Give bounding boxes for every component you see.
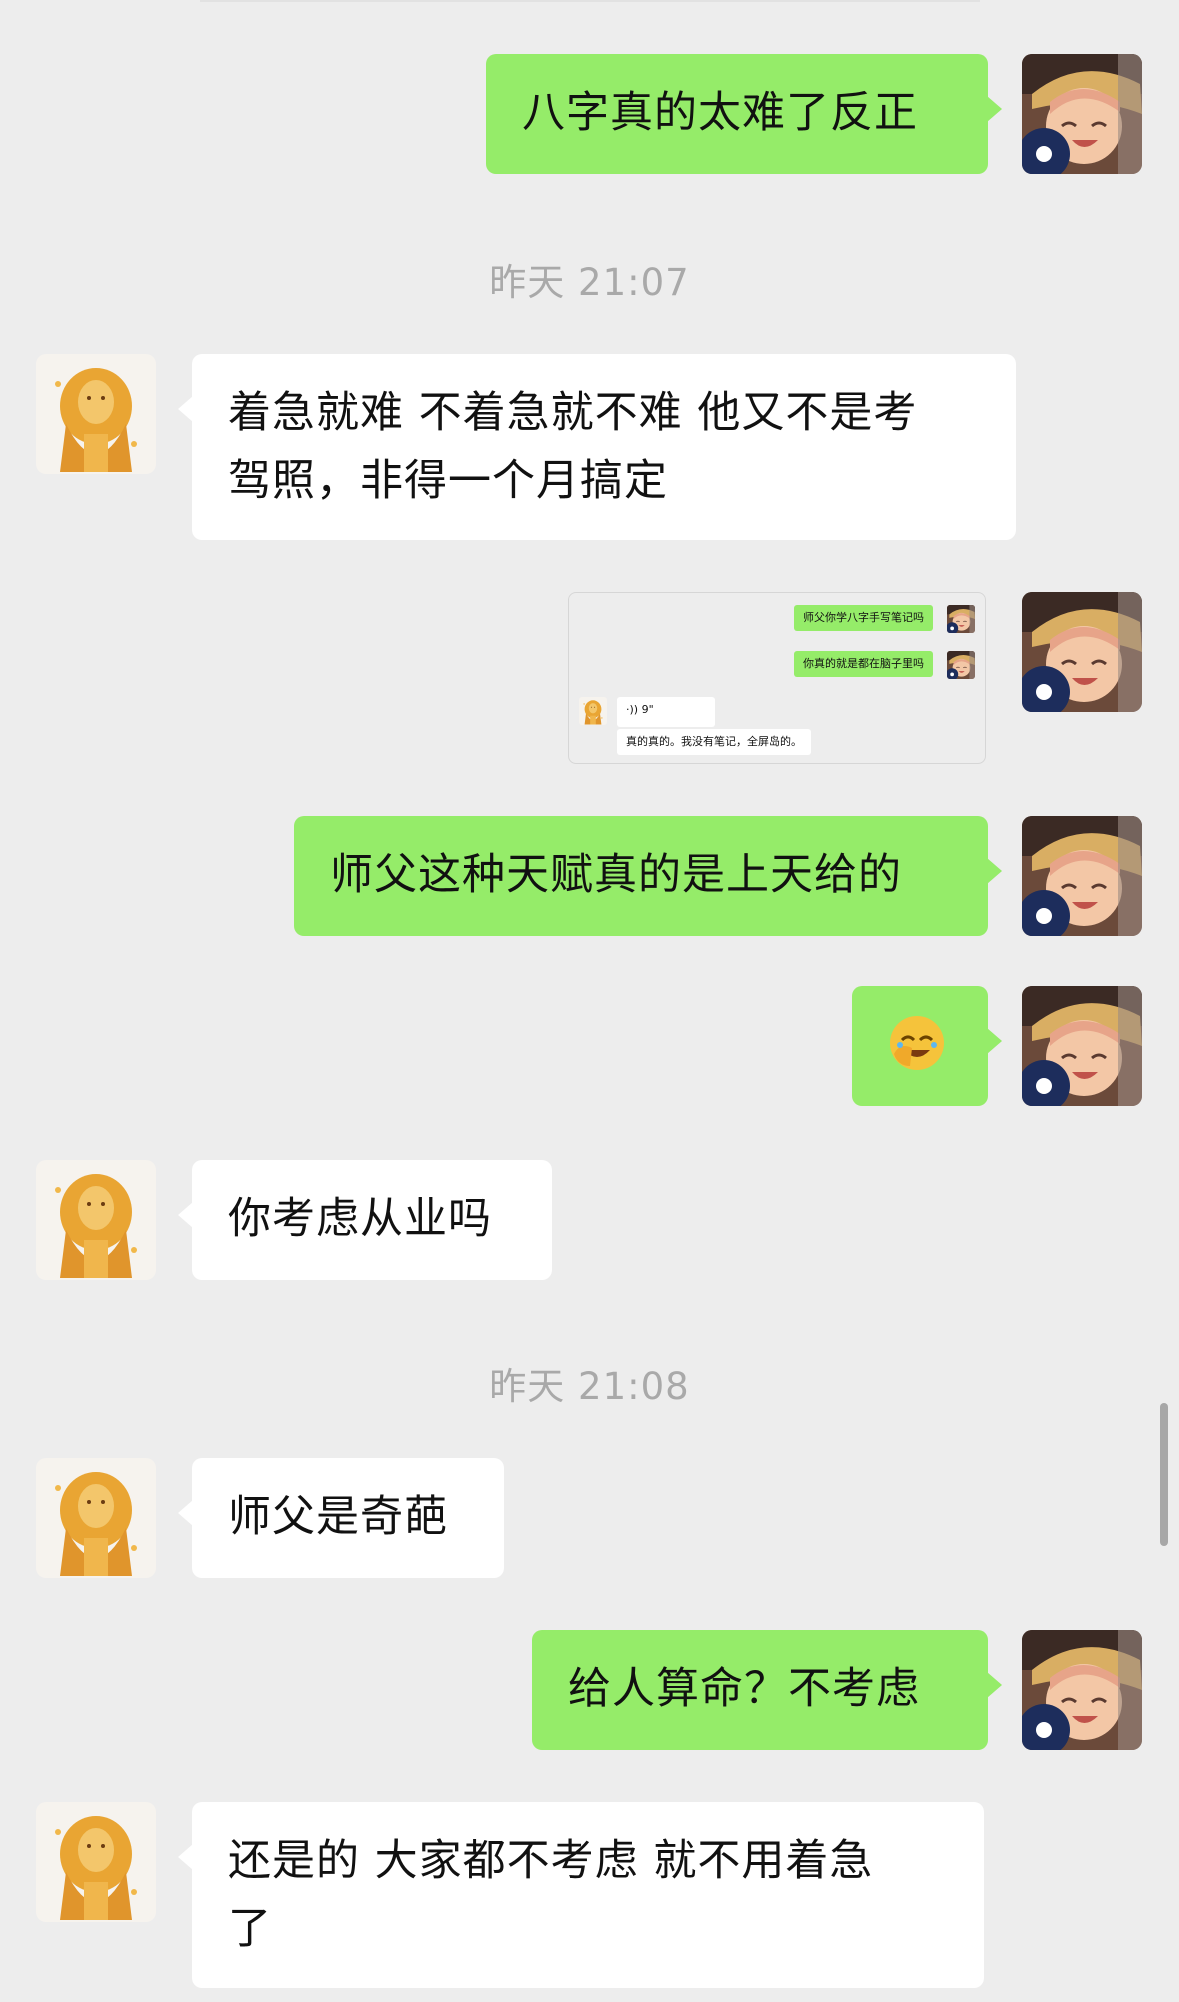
contact-avatar[interactable] <box>36 1458 156 1578</box>
message-bubble-incoming[interactable]: 师父是奇葩 <box>178 1458 504 1578</box>
screenshot-bubble: 你真的就是都在脑子里吗 <box>794 651 933 677</box>
anime-girl-avatar-icon <box>1022 986 1142 1106</box>
message-text: 八字真的太难了反正 <box>522 88 918 138</box>
top-divider <box>200 0 980 2</box>
anime-girl-avatar-icon <box>1022 592 1142 712</box>
anime-girl-avatar-icon <box>1022 54 1142 174</box>
screenshot-voice-bubble: ·)) 9" <box>617 697 715 727</box>
screenshot-avatar <box>947 651 975 679</box>
message-text: 师父是奇葩 <box>228 1492 448 1542</box>
lion-avatar-icon <box>36 354 156 474</box>
screenshot-avatar <box>947 605 975 633</box>
message-text: 师父这种天赋真的是上天给的 <box>330 850 902 900</box>
message-text-line: 了 <box>228 1904 272 1954</box>
message-text: 给人算命？不考虑 <box>568 1664 920 1714</box>
message-bubble-outgoing[interactable]: 师父这种天赋真的是上天给的 <box>294 816 1002 936</box>
message-bubble-outgoing[interactable]: 给人算命？不考虑 <box>532 1630 1002 1750</box>
self-avatar[interactable] <box>1022 816 1142 936</box>
self-avatar[interactable] <box>1022 1630 1142 1750</box>
message-bubble-outgoing[interactable] <box>852 986 1002 1106</box>
self-avatar[interactable] <box>1022 592 1142 712</box>
message-text: 你考虑从业吗 <box>228 1194 492 1244</box>
lion-avatar-icon <box>579 697 607 725</box>
scrollbar[interactable] <box>1160 1403 1168 1546</box>
message-bubble-incoming[interactable]: 着急就难 不着急就不难 他又不是考 驾照，非得一个月搞定 <box>178 354 1016 540</box>
anime-girl-avatar-icon <box>1022 816 1142 936</box>
lion-avatar-icon <box>36 1802 156 1922</box>
message-bubble-incoming[interactable]: 你考虑从业吗 <box>178 1160 552 1280</box>
anime-girl-avatar-icon <box>947 651 975 679</box>
screenshot-image-message[interactable]: 师父你学八字手写笔记吗 你真的就是都在脑子里吗 ·)) 9" 真的真的。我没有笔… <box>568 592 986 764</box>
screenshot-bubble: 真的真的。我没有笔记，全屏岛的。 <box>617 729 811 755</box>
screenshot-bubble: 师父你学八字手写笔记吗 <box>794 605 933 631</box>
screenshot-avatar <box>579 697 607 725</box>
anime-girl-avatar-icon <box>947 605 975 633</box>
timestamp: 昨天 21:08 <box>489 1365 690 1408</box>
lion-avatar-icon <box>36 1458 156 1578</box>
message-text-line: 驾照，非得一个月搞定 <box>228 456 668 506</box>
message-bubble-outgoing[interactable]: 八字真的太难了反正 <box>486 54 1002 174</box>
voice-wave-icon: ·)) <box>626 703 639 716</box>
message-text-line: 还是的 大家都不考虑 就不用着急 <box>228 1836 874 1886</box>
contact-avatar[interactable] <box>36 354 156 474</box>
timestamp: 昨天 21:07 <box>489 261 690 304</box>
facepalm-laugh-emoji-icon <box>890 1016 944 1070</box>
contact-avatar[interactable] <box>36 1802 156 1922</box>
contact-avatar[interactable] <box>36 1160 156 1280</box>
self-avatar[interactable] <box>1022 986 1142 1106</box>
self-avatar[interactable] <box>1022 54 1142 174</box>
anime-girl-avatar-icon <box>1022 1630 1142 1750</box>
lion-avatar-icon <box>36 1160 156 1280</box>
message-bubble-incoming[interactable]: 还是的 大家都不考虑 就不用着急 了 <box>178 1802 984 1988</box>
voice-duration: 9" <box>641 703 654 716</box>
message-text-line: 着急就难 不着急就不难 他又不是考 <box>228 388 918 438</box>
